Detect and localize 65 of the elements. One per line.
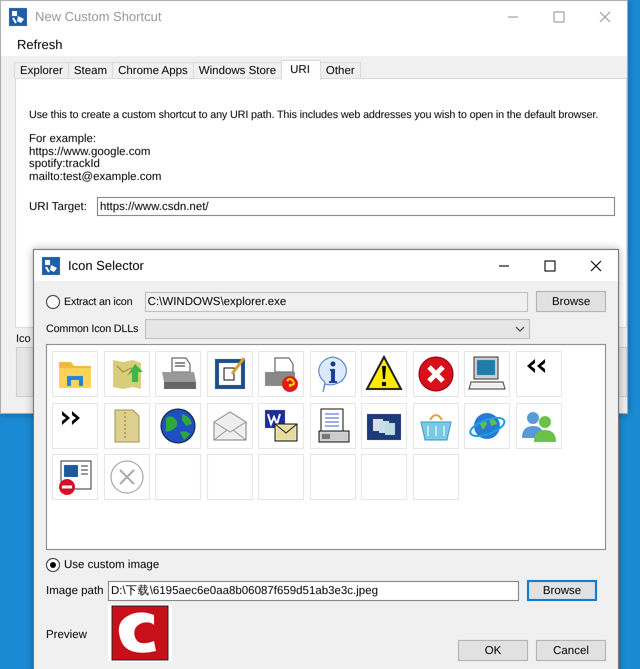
icon-tile[interactable] xyxy=(464,351,510,397)
field-label: Image path xyxy=(46,584,104,596)
icon-tile[interactable] xyxy=(104,351,150,397)
icon-tile[interactable] xyxy=(516,402,562,448)
ok-button[interactable]: OK xyxy=(458,640,528,661)
radio-label[interactable]: Extract an icon xyxy=(64,296,132,308)
field-label: Preview xyxy=(46,629,87,641)
icon-tile[interactable] xyxy=(52,402,98,448)
uri-target-field[interactable]: https://www.csdn.net/ xyxy=(96,197,615,216)
app-icon xyxy=(9,8,27,26)
icon-tile[interactable] xyxy=(310,402,356,448)
double-right-arrow-icon xyxy=(62,410,80,424)
icon-tile[interactable] xyxy=(412,454,458,500)
browse-button[interactable]: Browse xyxy=(536,291,606,312)
window-title: Icon Selector xyxy=(68,258,145,273)
error-icon xyxy=(416,354,456,394)
example-text: mailto:test@example.com xyxy=(29,170,162,184)
image-path-field[interactable]: D:\下载\6195aec6e0aa8b06087f659d51ab3e3c.jpeg xyxy=(108,580,519,600)
icon-tile[interactable] xyxy=(258,402,304,448)
window-title: New Custom Shortcut xyxy=(35,9,162,24)
icon-tile[interactable] xyxy=(310,454,356,500)
tab[interactable]: Chrome Apps xyxy=(112,62,194,78)
radio-button[interactable] xyxy=(46,294,60,308)
icon-tile[interactable] xyxy=(516,351,562,397)
icon-tile[interactable] xyxy=(104,402,150,448)
globe-icon xyxy=(158,406,198,446)
icon-tile[interactable] xyxy=(206,351,252,397)
icon-tile[interactable] xyxy=(361,351,407,397)
cancel-button[interactable]: Cancel xyxy=(536,640,606,661)
group-label: Ico xyxy=(16,333,32,345)
icon-tile[interactable] xyxy=(310,351,356,397)
radio-button[interactable] xyxy=(46,558,60,572)
example-text: https://www.google.com xyxy=(29,146,152,158)
icon-tile[interactable] xyxy=(206,402,252,448)
icon-tile[interactable] xyxy=(258,351,304,397)
icon-tile[interactable] xyxy=(206,454,252,500)
icon-tile[interactable] xyxy=(412,402,458,448)
description-text: Use this to create a custom shortcut to any URI path. This includes web addresses you wish to open in the default browser. xyxy=(29,109,600,121)
field-label: URI Target: xyxy=(29,200,87,213)
tab[interactable]: Explorer xyxy=(14,62,69,78)
examples-heading: For example: xyxy=(29,133,98,146)
menu-item[interactable]: Refresh xyxy=(17,36,63,52)
icon-tile[interactable] xyxy=(155,402,201,448)
close-icon[interactable] xyxy=(590,260,602,272)
icon-tile[interactable] xyxy=(155,454,201,500)
double-left-arrow-icon xyxy=(526,359,544,373)
icon-path-field[interactable]: C:\WINDOWS\explorer.exe xyxy=(144,292,528,312)
icon-tile[interactable] xyxy=(361,402,407,448)
icon-tile[interactable] xyxy=(155,351,201,397)
tab[interactable]: Other xyxy=(320,62,361,78)
example-text: spotify:trackId xyxy=(29,158,101,171)
field-label: Common Icon DLLs xyxy=(46,323,138,335)
icon-tile[interactable] xyxy=(52,454,98,500)
radio-label[interactable]: Use custom image xyxy=(64,559,160,571)
icon-tile[interactable] xyxy=(464,402,510,448)
tab[interactable]: URI xyxy=(281,60,321,80)
icon-tile[interactable] xyxy=(258,454,304,500)
browse-button[interactable]: Browse xyxy=(527,580,597,601)
icon-tile[interactable] xyxy=(412,351,458,397)
icon-tile[interactable] xyxy=(104,454,150,500)
chevron-down-icon xyxy=(515,326,525,332)
maximize-icon[interactable] xyxy=(544,260,556,272)
app-icon xyxy=(42,256,60,274)
icon-tile[interactable] xyxy=(52,351,98,397)
icon-tile[interactable] xyxy=(361,454,407,500)
